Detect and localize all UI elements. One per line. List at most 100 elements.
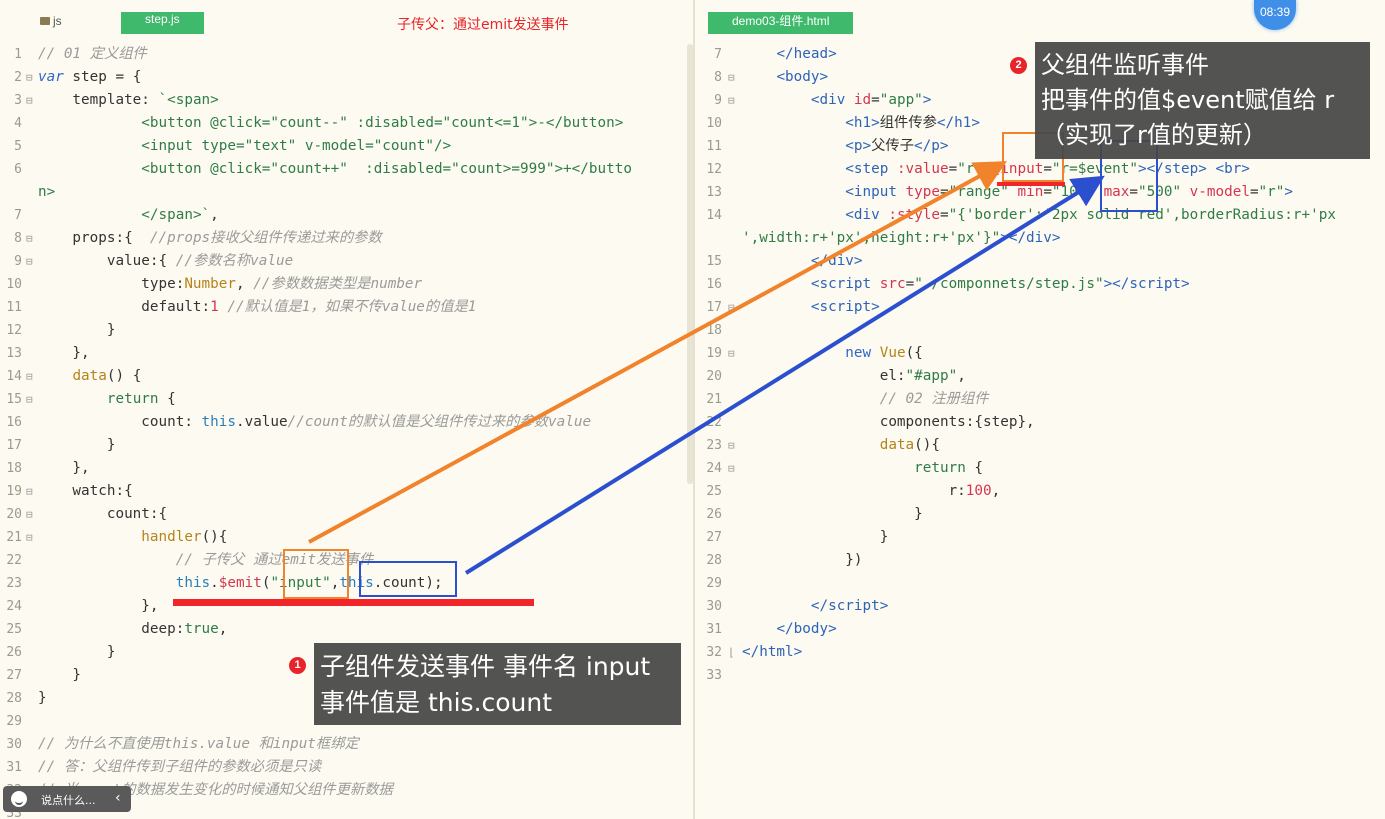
- code-line[interactable]: 5 <input type="text" v-model="count"/>: [0, 135, 693, 158]
- code-line[interactable]: 31 </body>: [695, 618, 1385, 641]
- line-number: 8: [14, 231, 22, 246]
- tab-step-js[interactable]: step.js: [121, 12, 204, 34]
- code-text: r:100,: [742, 483, 1001, 499]
- tab-demo03-html[interactable]: demo03-组件.html: [708, 12, 854, 34]
- fold-toggle-icon[interactable]: ⊟: [26, 503, 33, 526]
- code-line[interactable]: 20 ⊟ count:{: [0, 503, 693, 526]
- fold-toggle-icon[interactable]: ⊟: [26, 526, 33, 549]
- code-text: data(){: [879, 437, 940, 453]
- code-text: <button @click="count--" :disabled="coun…: [141, 115, 624, 131]
- line-number: 3: [14, 93, 22, 108]
- code-line[interactable]: 32 ⌊ </html>: [695, 641, 1385, 664]
- code-line[interactable]: 31 // 答：父组件传到子组件的参数必须是只读: [0, 756, 693, 779]
- code-text: handler(){: [141, 529, 228, 545]
- code-line[interactable]: 17 ⊟ <script>: [695, 296, 1385, 319]
- code-text: <body>: [776, 69, 829, 85]
- code-line[interactable]: 10 type:Number, //参数数据类型是number: [0, 273, 693, 296]
- line-number: 21: [6, 530, 22, 545]
- code-line[interactable]: 29: [695, 572, 1385, 595]
- code-line[interactable]: n>: [0, 181, 693, 204]
- code-line[interactable]: 25 deep:true,: [0, 618, 693, 641]
- code-text: var step = {: [38, 69, 142, 85]
- code-line[interactable]: 26 }: [695, 503, 1385, 526]
- line-number: 19: [6, 484, 22, 499]
- line-number: 28: [6, 691, 22, 706]
- fold-toggle-icon[interactable]: ⊟: [728, 434, 735, 457]
- code-line[interactable]: 19 ⊟ watch:{: [0, 480, 693, 503]
- chat-input-bubble[interactable]: 说点什么... ‹: [3, 786, 131, 812]
- code-line[interactable]: 15 </div>: [695, 250, 1385, 273]
- code-line[interactable]: 30 // 为什么不直使用this.value 和input框绑定: [0, 733, 693, 756]
- fold-toggle-icon[interactable]: ⊟: [26, 227, 33, 250]
- fold-toggle-icon[interactable]: ⊟: [728, 89, 735, 112]
- code-line[interactable]: 16 <script src="./componnets/step.js"></…: [695, 273, 1385, 296]
- code-line[interactable]: 1 // 01 定义组件: [0, 43, 693, 66]
- code-line[interactable]: 18 },: [0, 457, 693, 480]
- fold-toggle-icon[interactable]: ⊟: [26, 66, 33, 89]
- code-line[interactable]: 18: [695, 319, 1385, 342]
- code-line[interactable]: 21 // 02 注册组件: [695, 388, 1385, 411]
- code-text: <p>父传子</p>: [845, 138, 949, 154]
- code-line[interactable]: 30 </script>: [695, 595, 1385, 618]
- code-line[interactable]: 20 el:"#app",: [695, 365, 1385, 388]
- line-number: 2: [14, 70, 22, 85]
- callout-badge-1: 1: [289, 657, 306, 674]
- code-line[interactable]: 28 }): [695, 549, 1385, 572]
- line-number: 20: [6, 507, 22, 522]
- code-line[interactable]: 23 ⊟ data(){: [695, 434, 1385, 457]
- fold-toggle-icon[interactable]: ⊟: [728, 457, 735, 480]
- fold-toggle-icon[interactable]: ⊟: [728, 66, 735, 89]
- code-text: <button @click="count++" :disabled="coun…: [141, 161, 632, 177]
- fold-toggle-icon[interactable]: ⌊: [728, 641, 735, 664]
- line-number: 21: [706, 392, 722, 407]
- fold-toggle-icon[interactable]: ⊟: [26, 250, 33, 273]
- code-text: template: `<span>: [38, 92, 219, 108]
- line-number: 10: [706, 116, 722, 131]
- code-text: </body>: [776, 621, 837, 637]
- line-number: 9: [14, 254, 22, 269]
- code-text: </html>: [742, 644, 803, 660]
- code-text: value:{ //参数名称value: [38, 253, 294, 269]
- line-number: 12: [706, 162, 722, 177]
- line-number: 20: [706, 369, 722, 384]
- code-line[interactable]: ',width:r+'px',height:r+'px'}"></div>: [695, 227, 1385, 250]
- code-line[interactable]: 33: [695, 664, 1385, 687]
- emit-event-value-highlight: [359, 561, 457, 597]
- line-number: 17: [6, 438, 22, 453]
- line-number: 33: [706, 668, 722, 683]
- fold-toggle-icon[interactable]: ⊟: [728, 342, 735, 365]
- code-line[interactable]: 19 ⊟ new Vue({: [695, 342, 1385, 365]
- code-line[interactable]: 13 },: [0, 342, 693, 365]
- code-line[interactable]: 14 ⊟ data() {: [0, 365, 693, 388]
- code-line[interactable]: 7 </span>`,: [0, 204, 693, 227]
- code-line[interactable]: 8 ⊟ props:{ //props接收父组件传递过来的参数: [0, 227, 693, 250]
- code-line[interactable]: 22 components:{step},: [695, 411, 1385, 434]
- fold-toggle-icon[interactable]: ⊟: [26, 480, 33, 503]
- code-line[interactable]: 25 r:100,: [695, 480, 1385, 503]
- fold-toggle-icon[interactable]: ⊟: [26, 89, 33, 112]
- code-line[interactable]: 4 <button @click="count--" :disabled="co…: [0, 112, 693, 135]
- folder-label[interactable]: js: [40, 14, 62, 28]
- code-text: }): [742, 552, 863, 568]
- code-line[interactable]: 27 }: [695, 526, 1385, 549]
- fold-toggle-icon[interactable]: ⊟: [26, 388, 33, 411]
- code-line[interactable]: 3 ⊟ template: `<span>: [0, 89, 693, 112]
- code-line[interactable]: 12 }: [0, 319, 693, 342]
- code-line[interactable]: 16 count: this.value//count的默认值是父组件传过来的参…: [0, 411, 693, 434]
- fold-toggle-icon[interactable]: ⊟: [728, 296, 735, 319]
- code-line[interactable]: 11 default:1 //默认值是1，如果不传value的值是1: [0, 296, 693, 319]
- code-line[interactable]: 9 ⊟ value:{ //参数名称value: [0, 250, 693, 273]
- code-line[interactable]: 6 <button @click="count++" :disabled="co…: [0, 158, 693, 181]
- code-line[interactable]: 14 <div :style="{'border':'2px solid red…: [695, 204, 1385, 227]
- code-line[interactable]: 21 ⊟ handler(){: [0, 526, 693, 549]
- code-line[interactable]: 2 ⊟ var step = {: [0, 66, 693, 89]
- code-line[interactable]: 17 }: [0, 434, 693, 457]
- code-line[interactable]: 15 ⊟ return {: [0, 388, 693, 411]
- chevron-left-icon[interactable]: ‹: [115, 790, 121, 806]
- code-line[interactable]: 24 ⊟ return {: [695, 457, 1385, 480]
- line-number: 28: [706, 553, 722, 568]
- smiley-icon[interactable]: [11, 791, 27, 807]
- fold-toggle-icon[interactable]: ⊟: [26, 365, 33, 388]
- code-text: count: this.value//count的默认值是父组件传过来的参数va…: [38, 414, 592, 430]
- code-text: </div>: [810, 253, 863, 269]
